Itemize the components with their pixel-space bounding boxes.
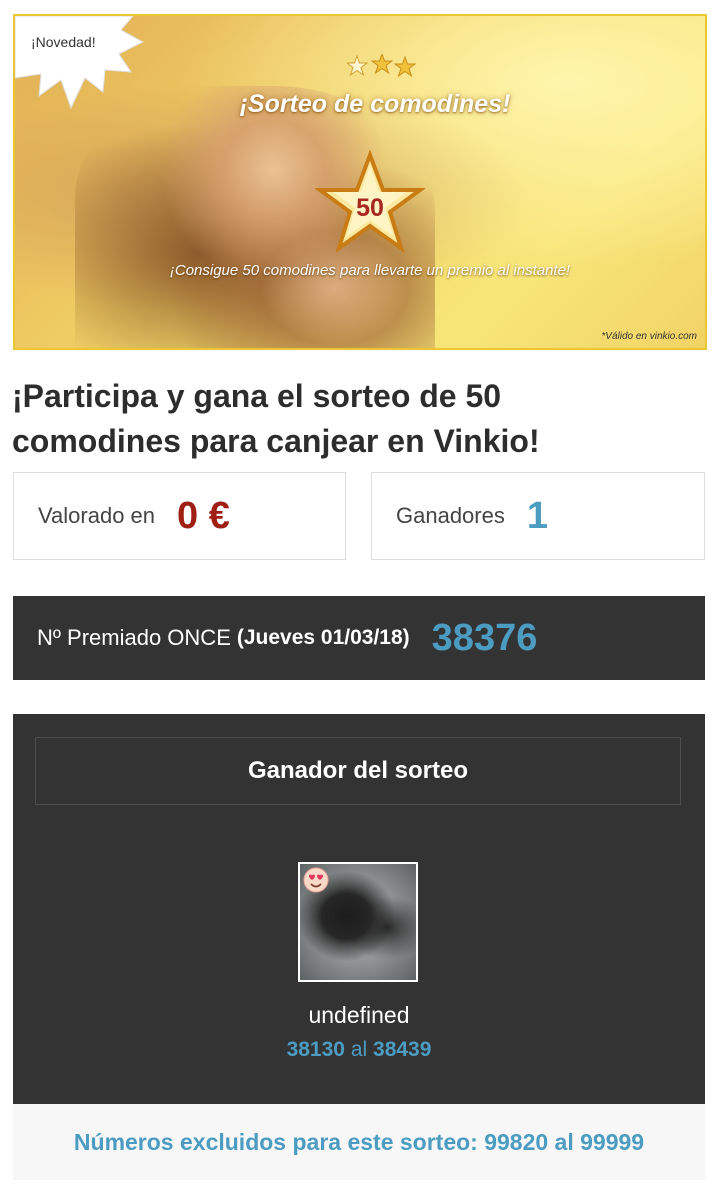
range-to: 38439: [373, 1038, 432, 1061]
banner-subtitle: ¡Consigue 50 comodines para llevarte un …: [169, 262, 571, 279]
new-badge-label: ¡Novedad!: [31, 34, 96, 50]
winner-title-box: Ganador del sorteo: [35, 737, 681, 805]
winners-count: 1: [526, 494, 548, 537]
banner-note: *Válido en vinkio.com: [601, 331, 697, 342]
banner-title: ¡Sorteo de comodines!: [239, 90, 511, 118]
winner-name: undefined: [308, 1002, 410, 1028]
excluded-numbers-bar: Números excluidos para este sorteo: 9982…: [13, 1104, 705, 1180]
once-result-bar: Nº Premiado ONCE (Jueves 01/03/18) 38376: [13, 596, 705, 680]
star-number: 50: [356, 194, 384, 222]
page-title: ¡Participa y gana el sorteo de 50 comodi…: [12, 378, 540, 459]
winner-title: Ganador del sorteo: [247, 757, 469, 784]
excluded-numbers-text: Números excluidos para este sorteo: 9982…: [73, 1128, 645, 1155]
avatar[interactable]: [298, 862, 418, 982]
range-separator: al: [350, 1038, 368, 1061]
winners-box: Ganadores 1: [371, 472, 705, 560]
value-label: Valorado en: [38, 503, 156, 528]
winner-panel: Ganador del sorteo undefined 38130 al 38…: [13, 714, 705, 1104]
once-label: Nº Premiado ONCE: [37, 625, 231, 650]
winners-label: Ganadores: [396, 503, 505, 528]
winner-number-range: 38130 al 38439: [13, 1038, 705, 1062]
heart-eyes-emoji-icon: [303, 867, 329, 893]
once-date: (Jueves 01/03/18): [236, 626, 410, 649]
stars-icon: [347, 54, 417, 78]
value-box: Valorado en 0 €: [13, 472, 346, 560]
range-from: 38130: [286, 1038, 345, 1061]
once-winning-number: 38376: [431, 616, 538, 659]
promo-banner[interactable]: ¡Novedad! ¡Sorteo de comodines! 50 ¡Cons…: [13, 14, 707, 350]
value-amount: 0 €: [177, 494, 230, 537]
